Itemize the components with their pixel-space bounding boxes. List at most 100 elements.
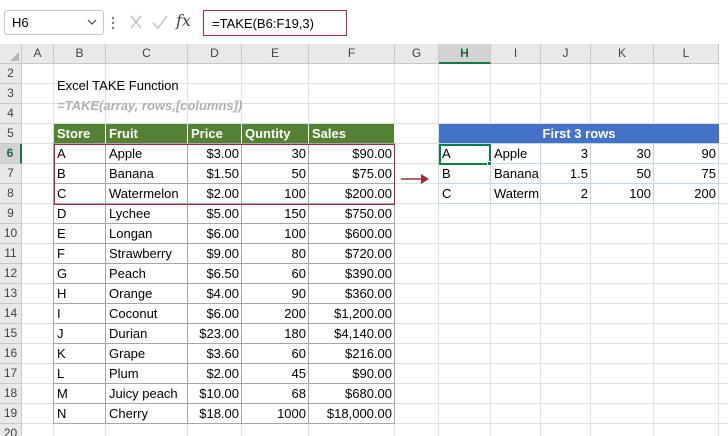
table-cell[interactable]: $5.00: [188, 204, 242, 224]
table-header-cell[interactable]: Sales: [309, 124, 395, 144]
table-cell[interactable]: $23.00: [188, 324, 242, 344]
table-cell[interactable]: Peach: [106, 264, 188, 284]
table-cell[interactable]: N: [54, 404, 106, 424]
row-header-8[interactable]: 8: [0, 184, 22, 204]
result-cell[interactable]: 75: [654, 164, 719, 184]
table-cell[interactable]: I: [54, 304, 106, 324]
table-cell[interactable]: J: [54, 324, 106, 344]
result-cell[interactable]: C: [439, 184, 491, 204]
check-icon[interactable]: [150, 11, 170, 33]
fill-handle[interactable]: [487, 161, 492, 166]
table-cell[interactable]: 68: [242, 384, 309, 404]
row-header-2[interactable]: 2: [0, 64, 22, 84]
row-header-7[interactable]: 7: [0, 164, 22, 184]
row-header-11[interactable]: 11: [0, 244, 22, 264]
row-header-3[interactable]: 3: [0, 84, 22, 104]
table-cell[interactable]: Cherry: [106, 404, 188, 424]
column-header-k[interactable]: K: [591, 44, 654, 64]
table-cell[interactable]: 150: [242, 204, 309, 224]
table-cell[interactable]: $4,140.00: [309, 324, 395, 344]
table-cell[interactable]: 180: [242, 324, 309, 344]
table-cell[interactable]: $750.00: [309, 204, 395, 224]
table-header-cell[interactable]: Fruit: [106, 124, 188, 144]
column-header-e[interactable]: E: [242, 44, 309, 64]
row-header-14[interactable]: 14: [0, 304, 22, 324]
result-cell[interactable]: Apple: [491, 144, 541, 164]
result-cell[interactable]: B: [439, 164, 491, 184]
row-header-15[interactable]: 15: [0, 324, 22, 344]
table-cell[interactable]: $90.00: [309, 364, 395, 384]
result-cell[interactable]: 30: [591, 144, 654, 164]
table-header-cell[interactable]: Quntity: [242, 124, 309, 144]
table-cell[interactable]: Lychee: [106, 204, 188, 224]
table-cell[interactable]: E: [54, 224, 106, 244]
table-cell[interactable]: Orange: [106, 284, 188, 304]
row-header-16[interactable]: 16: [0, 344, 22, 364]
table-cell[interactable]: L: [54, 364, 106, 384]
table-header-cell[interactable]: Price: [188, 124, 242, 144]
chevron-down-icon[interactable]: [85, 14, 99, 30]
table-cell[interactable]: 100: [242, 224, 309, 244]
table-cell[interactable]: Coconut: [106, 304, 188, 324]
table-cell[interactable]: Plum: [106, 364, 188, 384]
table-cell[interactable]: Juicy peach: [106, 384, 188, 404]
table-cell[interactable]: 90: [242, 284, 309, 304]
column-header-j[interactable]: J: [541, 44, 591, 64]
insert-function-button[interactable]: fx: [176, 10, 196, 32]
table-cell[interactable]: D: [54, 204, 106, 224]
row-header-9[interactable]: 9: [0, 204, 22, 224]
column-header-h[interactable]: H: [439, 44, 491, 64]
row-header-4[interactable]: 4: [0, 104, 22, 124]
active-cell[interactable]: [439, 144, 491, 165]
result-cell[interactable]: 3: [541, 144, 591, 164]
column-header-l[interactable]: L: [654, 44, 719, 64]
name-box[interactable]: H6: [4, 10, 104, 35]
table-cell[interactable]: 1000: [242, 404, 309, 424]
result-cell[interactable]: 50: [591, 164, 654, 184]
table-cell[interactable]: 60: [242, 264, 309, 284]
worksheet-grid[interactable]: ABCDEFGHIJKL 2 3 4 5 6 7 8 9 10 11 12 13 14 15 16 17 18 1…: [0, 44, 728, 436]
more-options-icon[interactable]: [110, 15, 116, 31]
column-header-c[interactable]: C: [106, 44, 188, 64]
table-cell[interactable]: $10.00: [188, 384, 242, 404]
table-cell[interactable]: Durian: [106, 324, 188, 344]
table-cell[interactable]: $1,200.00: [309, 304, 395, 324]
result-cell[interactable]: 2: [541, 184, 591, 204]
table-cell[interactable]: $6.00: [188, 304, 242, 324]
cancel-icon[interactable]: [126, 11, 146, 33]
column-header-b[interactable]: B: [54, 44, 106, 64]
table-cell[interactable]: $720.00: [309, 244, 395, 264]
row-header-18[interactable]: 18: [0, 384, 22, 404]
row-header-5[interactable]: 5: [0, 124, 22, 144]
table-cell[interactable]: $18,000.00: [309, 404, 395, 424]
table-cell[interactable]: Grape: [106, 344, 188, 364]
column-header-i[interactable]: I: [491, 44, 541, 64]
table-cell[interactable]: K: [54, 344, 106, 364]
table-cell[interactable]: Longan: [106, 224, 188, 244]
row-header-13[interactable]: 13: [0, 284, 22, 304]
row-header-6[interactable]: 6: [0, 144, 22, 164]
table-header-cell[interactable]: Store: [54, 124, 106, 144]
table-cell[interactable]: $6.50: [188, 264, 242, 284]
table-cell[interactable]: $360.00: [309, 284, 395, 304]
select-all-button[interactable]: [0, 44, 22, 64]
column-header-g[interactable]: G: [395, 44, 439, 64]
result-cell[interactable]: 1.5: [541, 164, 591, 184]
row-header-10[interactable]: 10: [0, 224, 22, 244]
table-cell[interactable]: $6.00: [188, 224, 242, 244]
result-cell[interactable]: 100: [591, 184, 654, 204]
column-header-f[interactable]: F: [309, 44, 395, 64]
table-cell[interactable]: 60: [242, 344, 309, 364]
result-cell[interactable]: 90: [654, 144, 719, 164]
table-cell[interactable]: F: [54, 244, 106, 264]
result-cell[interactable]: 200: [654, 184, 719, 204]
table-cell[interactable]: Strawberry: [106, 244, 188, 264]
table-cell[interactable]: $390.00: [309, 264, 395, 284]
table-cell[interactable]: $3.60: [188, 344, 242, 364]
table-cell[interactable]: $18.00: [188, 404, 242, 424]
row-header-19[interactable]: 19: [0, 404, 22, 424]
table-cell[interactable]: M: [54, 384, 106, 404]
table-cell[interactable]: $9.00: [188, 244, 242, 264]
table-cell[interactable]: $600.00: [309, 224, 395, 244]
table-cell[interactable]: G: [54, 264, 106, 284]
